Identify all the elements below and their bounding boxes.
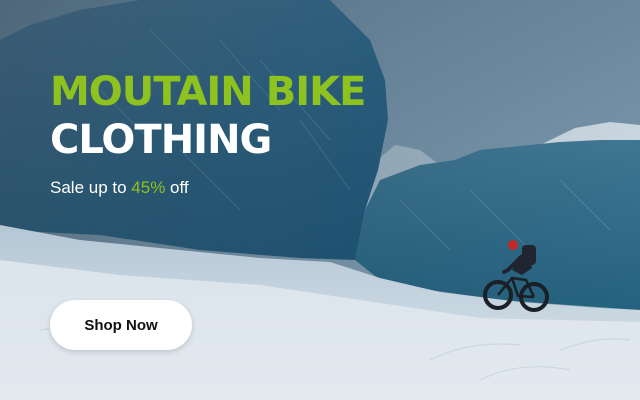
subtitle-prefix: Sale up to (50, 178, 132, 197)
subtitle-suffix: off (165, 178, 189, 197)
discount-percent: 45% (131, 178, 166, 197)
hero-title-line2: CLOTHING (50, 117, 272, 163)
shop-now-button[interactable]: Shop Now (50, 300, 192, 350)
hero-title-line1: MOUTAIN BIKE (50, 69, 366, 115)
hero-text: MOUTAIN BIKE CLOTHING Sale up to 45% off (50, 68, 366, 198)
hero-banner: MOUTAIN BIKE CLOTHING Sale up to 45% off… (0, 0, 640, 400)
hero-subtitle: Sale up to 45% off (50, 178, 365, 198)
